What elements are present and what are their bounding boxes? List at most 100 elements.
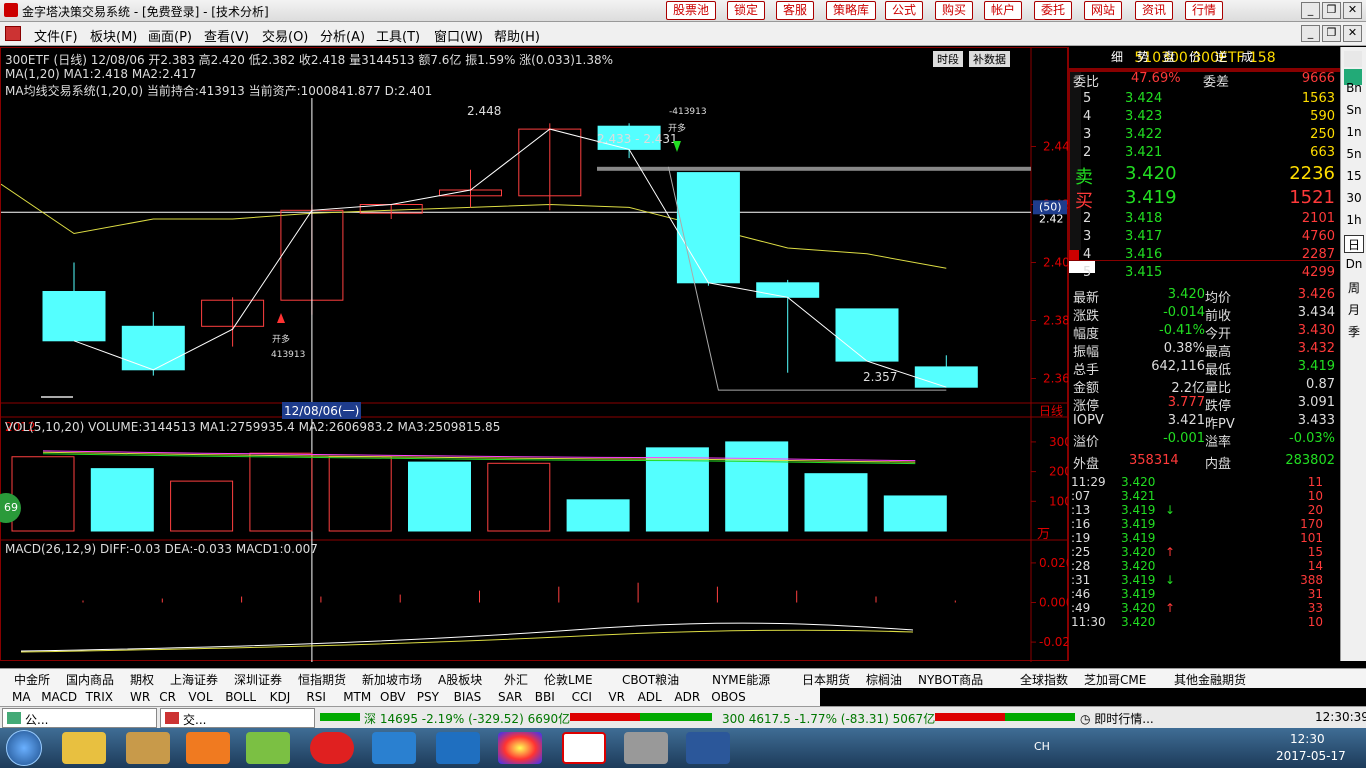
indicator-tab-6[interactable]: BOLL xyxy=(225,690,256,704)
indicator-tab-15[interactable]: CCI xyxy=(572,690,592,704)
menu-item-3[interactable]: 查看(V) xyxy=(204,26,249,45)
period-0[interactable]: Bn xyxy=(1344,81,1364,99)
top-button-3[interactable]: 策略库 xyxy=(826,1,877,20)
indicator-tab-10[interactable]: OBV xyxy=(380,690,406,704)
market-tab-1[interactable]: 国内商品 xyxy=(66,671,114,688)
child-restore-button[interactable]: ❐ xyxy=(1322,25,1341,42)
period-2[interactable]: 1n xyxy=(1344,125,1364,143)
top-button-0[interactable]: 股票池 xyxy=(666,1,717,20)
indicator-tab-18[interactable]: ADR xyxy=(674,690,700,704)
indicator-tab-1[interactable]: MACD xyxy=(41,690,77,704)
word-icon[interactable] xyxy=(686,732,730,764)
market-tab-2[interactable]: 期权 xyxy=(130,671,154,688)
active-trading-window-icon[interactable] xyxy=(562,732,606,764)
detail-tab-2[interactable]: 盘 xyxy=(1163,48,1175,65)
detail-tab-1[interactable]: 势 xyxy=(1137,48,1149,65)
indicator-tab-8[interactable]: RSI xyxy=(306,690,326,704)
mdi-window-2[interactable]: 交... xyxy=(160,708,315,728)
period-1[interactable]: Sn xyxy=(1344,103,1364,121)
mdi-window-1[interactable]: 公... xyxy=(2,708,157,728)
indicator-tab-13[interactable]: SAR xyxy=(498,690,522,704)
period-6[interactable]: 1h xyxy=(1344,213,1364,231)
indicator-tab-9[interactable]: MTM xyxy=(343,690,371,704)
indicator-tab-14[interactable]: BBI xyxy=(535,690,555,704)
paint-icon[interactable] xyxy=(624,732,668,764)
outlook-icon[interactable] xyxy=(436,732,480,764)
period-8[interactable]: Dn xyxy=(1344,257,1364,275)
market-tab-9[interactable]: 伦敦LME xyxy=(544,671,593,688)
indicator-tab-12[interactable]: BIAS xyxy=(454,690,482,704)
period-4[interactable]: 15 xyxy=(1344,169,1364,187)
cloud-icon[interactable] xyxy=(372,732,416,764)
market-tab-10[interactable]: CBOT粮油 xyxy=(622,671,679,688)
child-close-button[interactable]: ✕ xyxy=(1343,25,1362,42)
menu-item-7[interactable]: 窗口(W) xyxy=(434,26,483,45)
indicator-tab-5[interactable]: VOL xyxy=(188,690,212,704)
indicator-tab-3[interactable]: WR xyxy=(130,690,150,704)
period-5[interactable]: 30 xyxy=(1344,191,1364,209)
top-button-8[interactable]: 网站 xyxy=(1084,1,1123,20)
market-tab-14[interactable]: NYBOT商品 xyxy=(918,671,983,688)
close-button[interactable]: ✕ xyxy=(1343,2,1362,19)
app-icon[interactable] xyxy=(246,732,290,764)
detail-tab-0[interactable]: 细 xyxy=(1111,48,1123,65)
indicator-tab-2[interactable]: TRIX xyxy=(86,690,113,704)
top-button-2[interactable]: 客服 xyxy=(776,1,815,20)
menu-item-0[interactable]: 文件(F) xyxy=(34,26,78,45)
top-button-6[interactable]: 帐户 xyxy=(984,1,1023,20)
market-tab-11[interactable]: NYME能源 xyxy=(712,671,770,688)
market-tab-3[interactable]: 上海证券 xyxy=(170,671,218,688)
top-button-10[interactable]: 行情 xyxy=(1185,1,1224,20)
market-tab-12[interactable]: 日本期货 xyxy=(802,671,850,688)
media-icon[interactable] xyxy=(186,732,230,764)
chart-area[interactable]: 300ETF (日线) 12/08/06 开2.383 高2.420 低2.38… xyxy=(0,47,1069,662)
ime-indicator[interactable]: CH xyxy=(1034,740,1050,753)
draw-tool-icon[interactable] xyxy=(1344,51,1362,67)
restore-button[interactable]: ❐ xyxy=(1322,2,1341,19)
detail-tab-5[interactable]: 成 xyxy=(1241,48,1253,65)
taskbar-app-icon[interactable] xyxy=(62,732,106,764)
top-button-4[interactable]: 公式 xyxy=(885,1,924,20)
period-9[interactable]: 周 xyxy=(1344,279,1364,297)
market-tab-15[interactable]: 全球指数 xyxy=(1020,671,1068,688)
menu-item-8[interactable]: 帮助(H) xyxy=(494,26,540,45)
detail-tab-4[interactable]: 逆 xyxy=(1215,48,1227,65)
market-tab-0[interactable]: 中金所 xyxy=(14,671,50,688)
indicator-tab-16[interactable]: VR xyxy=(608,690,625,704)
market-tab-6[interactable]: 新加坡市场 xyxy=(362,671,422,688)
period-10[interactable]: 月 xyxy=(1344,301,1364,319)
menu-item-1[interactable]: 板块(M) xyxy=(90,26,137,45)
top-button-1[interactable]: 锁定 xyxy=(727,1,766,20)
minimize-button[interactable]: _ xyxy=(1301,2,1320,19)
child-minimize-button[interactable]: _ xyxy=(1301,25,1320,42)
explorer-icon[interactable] xyxy=(126,732,170,764)
menu-item-4[interactable]: 交易(O) xyxy=(262,26,308,45)
market-tab-13[interactable]: 棕榈油 xyxy=(866,671,902,688)
market-tab-8[interactable]: 外汇 xyxy=(504,671,528,688)
indicator-tab-17[interactable]: ADL xyxy=(638,690,662,704)
indicator-tab-7[interactable]: KDJ xyxy=(270,690,291,704)
trading-app-icon[interactable] xyxy=(310,732,354,764)
indicator-tab-19[interactable]: OBOS xyxy=(711,690,746,704)
top-button-9[interactable]: 资讯 xyxy=(1135,1,1174,20)
top-button-5[interactable]: 购买 xyxy=(935,1,974,20)
market-tab-7[interactable]: A股板块 xyxy=(438,671,482,688)
indicator-tab-4[interactable]: CR xyxy=(159,690,176,704)
menu-item-6[interactable]: 工具(T) xyxy=(376,26,420,45)
live-quote-button[interactable]: ◷ 即时行情... xyxy=(1080,710,1154,727)
period-7[interactable]: 日 xyxy=(1344,235,1364,253)
market-tab-17[interactable]: 其他金融期货 xyxy=(1174,671,1246,688)
period-11[interactable]: 季 xyxy=(1344,323,1364,341)
top-button-7[interactable]: 委托 xyxy=(1034,1,1073,20)
market-tab-5[interactable]: 恒指期货 xyxy=(298,671,346,688)
indicator-tab-0[interactable]: MA xyxy=(12,690,31,704)
market-tab-16[interactable]: 芝加哥CME xyxy=(1084,671,1146,688)
menu-item-2[interactable]: 画面(P) xyxy=(148,26,192,45)
chart-svg[interactable]: 2.442.422.402.382.36(50)2.422.4482.433 -… xyxy=(1,48,1069,662)
period-3[interactable]: 5n xyxy=(1344,147,1364,165)
indicator-tab-11[interactable]: PSY xyxy=(417,690,439,704)
start-button[interactable] xyxy=(6,730,42,766)
detail-tab-3[interactable]: 价 xyxy=(1189,48,1201,65)
menu-item-5[interactable]: 分析(A) xyxy=(320,26,365,45)
market-tab-4[interactable]: 深圳证券 xyxy=(234,671,282,688)
